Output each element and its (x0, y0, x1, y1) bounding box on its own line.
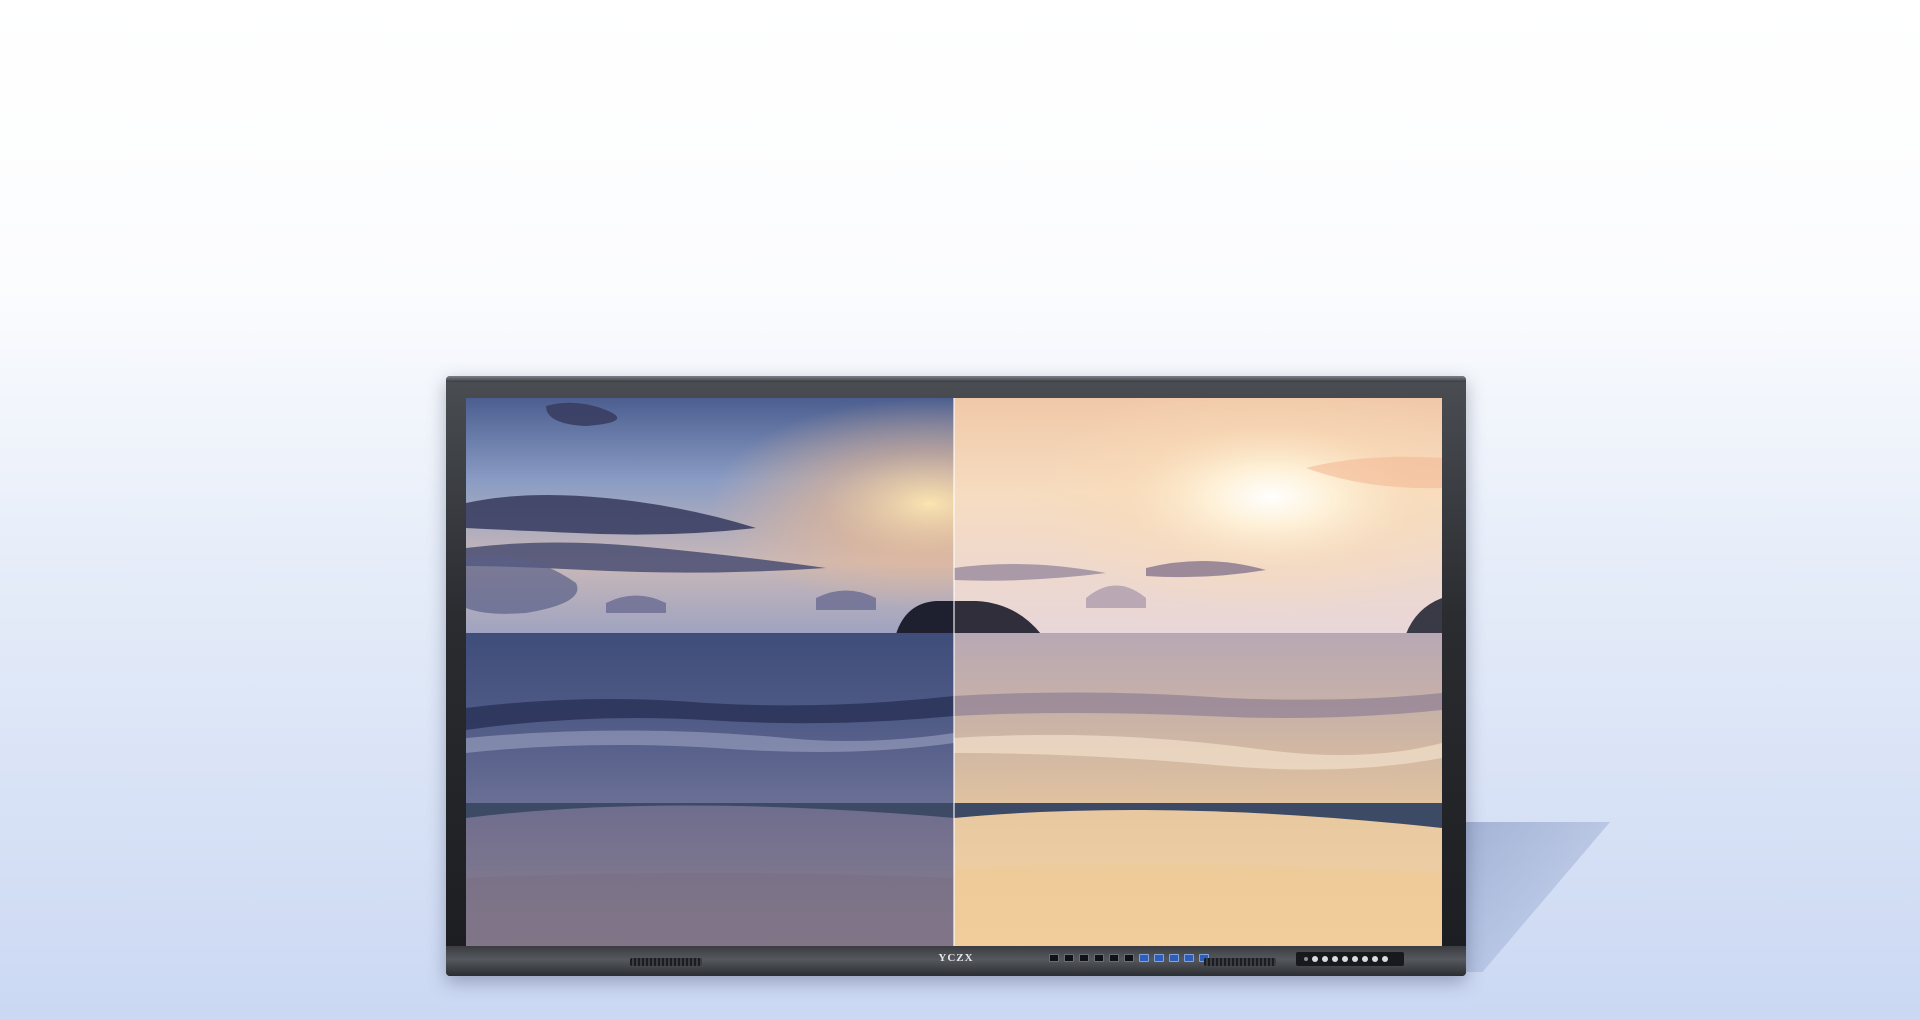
control-button-icon[interactable] (1312, 956, 1318, 962)
control-buttons (1296, 952, 1404, 966)
usb-port-icon[interactable] (1139, 954, 1149, 962)
left-half-original (466, 398, 954, 946)
io-port-icon[interactable] (1079, 954, 1089, 962)
control-button-icon[interactable] (1332, 956, 1338, 962)
control-button-icon[interactable] (1342, 956, 1348, 962)
brand-logo: YCZX (938, 952, 974, 964)
power-indicator-icon (1304, 957, 1308, 961)
usb-port-icon[interactable] (1169, 954, 1179, 962)
interactive-display-panel: YCZX (446, 376, 1466, 976)
comparison-divider (953, 398, 955, 946)
usb-port-icon[interactable] (1154, 954, 1164, 962)
bezel-top-rim (446, 376, 1466, 382)
usb-port-icon[interactable] (1184, 954, 1194, 962)
io-port-icon[interactable] (1124, 954, 1134, 962)
control-button-icon[interactable] (1372, 956, 1378, 962)
speaker-grille-right (1204, 958, 1276, 966)
control-button-icon[interactable] (1322, 956, 1328, 962)
control-button-icon[interactable] (1362, 956, 1368, 962)
io-port-icon[interactable] (1049, 954, 1059, 962)
right-half-enhanced (954, 398, 1442, 946)
io-ports (1049, 954, 1209, 962)
control-button-icon[interactable] (1352, 956, 1358, 962)
io-port-icon[interactable] (1064, 954, 1074, 962)
io-port-icon[interactable] (1094, 954, 1104, 962)
control-button-icon[interactable] (1382, 956, 1388, 962)
speaker-grille-left (630, 958, 702, 966)
bezel-bottom: YCZX (446, 946, 1466, 976)
screen-comparison-image (466, 398, 1442, 946)
tv-floor-shadow (1460, 822, 1610, 972)
io-port-icon[interactable] (1109, 954, 1119, 962)
